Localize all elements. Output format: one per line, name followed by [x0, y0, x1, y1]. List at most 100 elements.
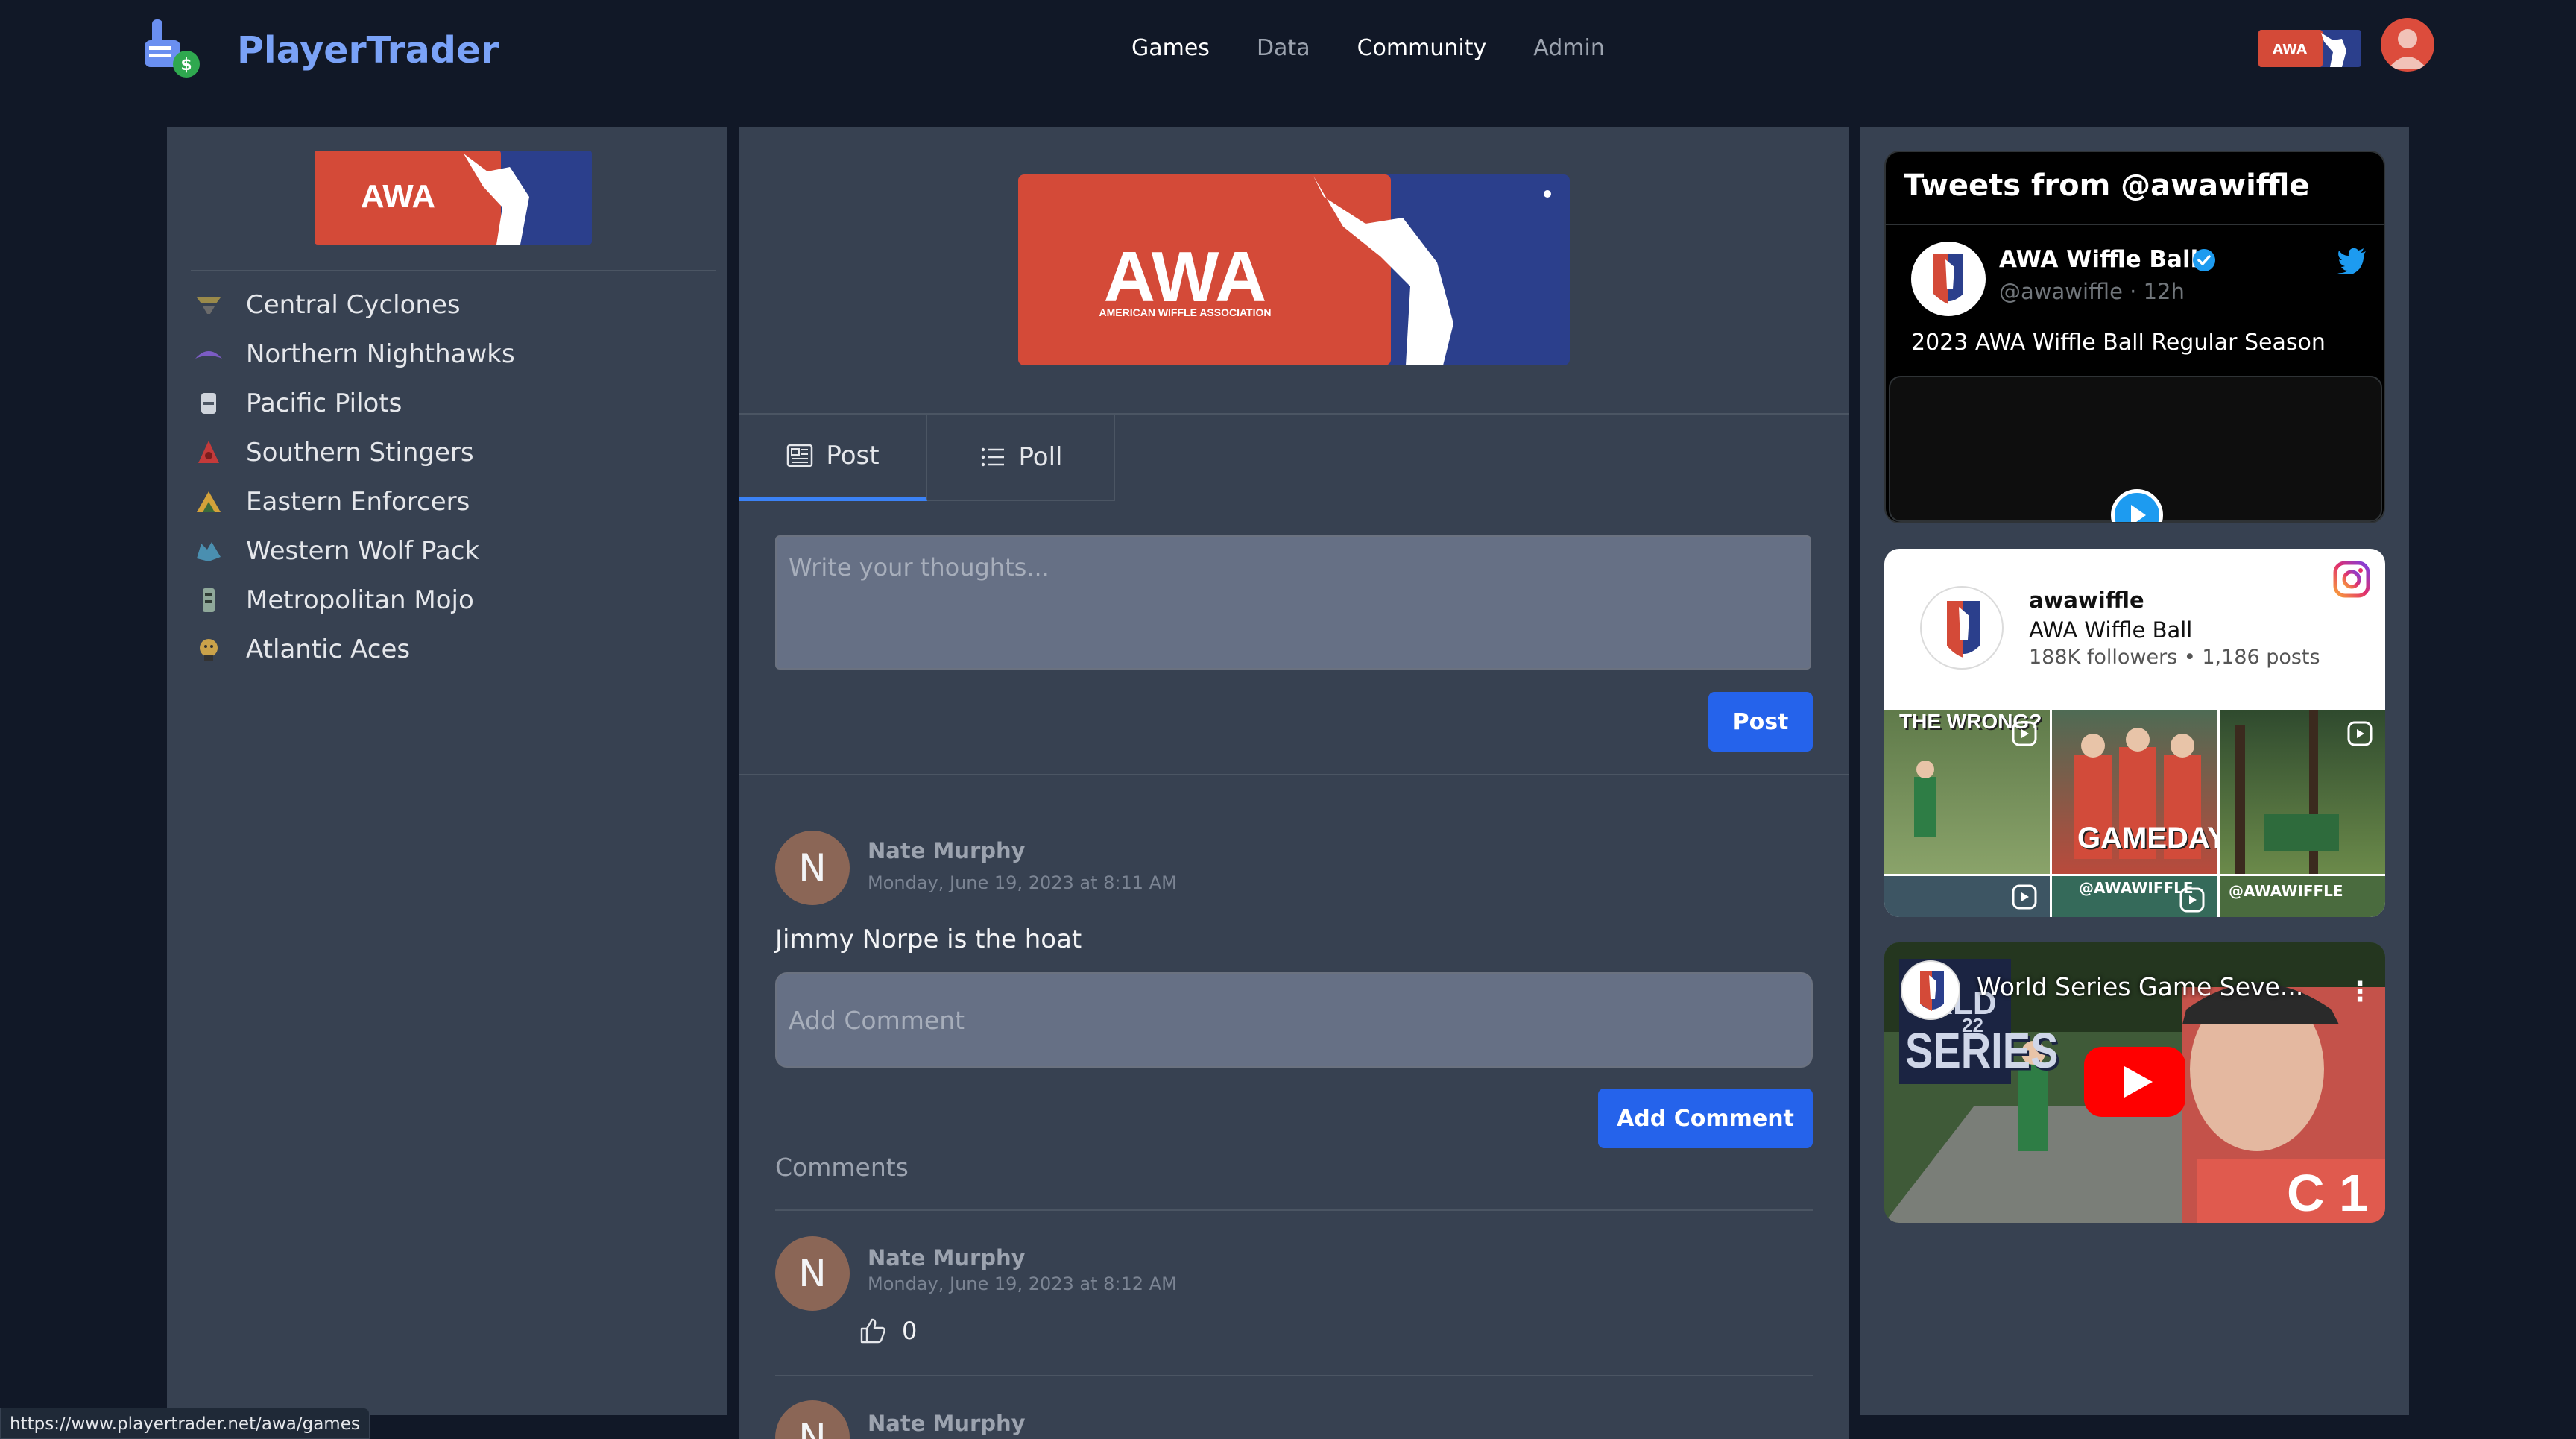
brand-name: PlayerTrader — [237, 28, 499, 72]
awa-shield-icon — [1933, 254, 1963, 304]
aces-team-icon — [200, 639, 218, 661]
user-avatar[interactable] — [2381, 18, 2434, 72]
top-navbar: $ PlayerTrader Games Data Community Admi… — [0, 0, 2576, 112]
youtube-video-title[interactable]: World Series Game Seve... — [1977, 972, 2303, 1001]
main-nav: Games Data Community Admin — [1131, 31, 1652, 66]
team-label: Eastern Enforcers — [246, 487, 470, 517]
team-label: Central Cyclones — [246, 290, 461, 320]
instagram-post[interactable]: GAMEDAY — [2052, 710, 2217, 874]
nighthawk-team-icon — [195, 351, 222, 359]
youtube-channel-avatar[interactable] — [1901, 960, 1960, 1020]
community-feed: AWA AMERICAN WIFFLE ASSOCIATION Post Pol… — [739, 127, 1849, 1439]
post-author-name[interactable]: Nate Murphy — [868, 838, 1026, 863]
user-silhouette-icon — [2388, 29, 2427, 69]
submit-post-button[interactable]: Post — [1708, 692, 1813, 752]
composer-tabs: Post Poll — [739, 415, 1115, 501]
banner-logo-subtext: AMERICAN WIFFLE ASSOCIATION — [1099, 306, 1272, 318]
team-label: Atlantic Aces — [246, 635, 411, 664]
sidebar-item-eastern-enforcers[interactable]: Eastern Enforcers — [194, 477, 515, 526]
instagram-embed[interactable]: awawiffle AWA Wiffle Ball 188K followers… — [1884, 549, 2385, 917]
reel-icon — [2012, 884, 2037, 910]
twitter-account-name[interactable]: AWA Wiffle Ball — [1999, 246, 2198, 273]
awa-banner-logo: AWA AMERICAN WIFFLE ASSOCIATION — [1018, 174, 1570, 365]
instagram-avatar[interactable] — [1920, 586, 2004, 670]
newspaper-icon — [787, 444, 813, 467]
twitter-avatar[interactable] — [1911, 242, 1986, 316]
sidebar-item-central-cyclones[interactable]: Central Cyclones — [194, 280, 515, 330]
instagram-logo-icon[interactable] — [2332, 559, 2372, 599]
pilot-team-icon — [201, 393, 216, 414]
instagram-post[interactable]: THE WRONG? — [1884, 710, 2050, 874]
svg-text:C 1: C 1 — [2287, 1164, 2368, 1222]
instagram-post-grid: THE WRONG? GAMEDAY @AWAWIFFLE @AWAWIFFLE — [1884, 710, 2385, 917]
more-options-icon[interactable]: ⋮ — [2346, 977, 2373, 1007]
tab-poll-label: Poll — [1018, 442, 1063, 472]
comment-divider — [775, 1375, 1813, 1376]
twitter-title[interactable]: Tweets from @awawiffle — [1904, 169, 2310, 203]
tweet-text: 2023 AWA Wiffle Ball Regular Season — [1911, 330, 2326, 356]
tab-post[interactable]: Post — [739, 415, 927, 501]
youtube-play-button-icon[interactable] — [2084, 1047, 2185, 1117]
team-label: Northern Nighthawks — [246, 339, 515, 369]
nav-community[interactable]: Community — [1357, 31, 1487, 66]
left-logo-text: AWA — [361, 178, 435, 215]
instagram-post[interactable] — [2220, 710, 2385, 874]
sidebar-item-metropolitan-mojo[interactable]: Metropolitan Mojo — [194, 576, 515, 625]
instagram-post[interactable]: @AWAWIFFLE — [2052, 876, 2217, 917]
instagram-post[interactable]: @AWAWIFFLE — [2220, 876, 2385, 917]
add-comment-input[interactable] — [775, 972, 1813, 1068]
post-author-avatar[interactable]: N — [775, 831, 850, 905]
awa-league-logo[interactable]: AWA — [315, 151, 592, 245]
cyclone-team-icon — [197, 297, 221, 314]
comment-author-avatar[interactable]: N — [775, 1400, 850, 1439]
instagram-stats: 188K followers • 1,186 posts — [2029, 646, 2320, 669]
tweet-video[interactable] — [1889, 376, 2382, 522]
instagram-username[interactable]: awawiffle — [2029, 588, 2144, 613]
post-composer-input[interactable] — [775, 535, 1811, 670]
sidebar-divider — [191, 270, 716, 271]
twitter-embed[interactable]: Tweets from @awawiffle AWA Wiffle Ball @… — [1884, 151, 2385, 523]
section-divider — [739, 774, 1849, 775]
verified-badge-icon — [2193, 249, 2215, 271]
list-icon — [981, 447, 1004, 467]
instagram-post[interactable] — [1884, 876, 2050, 917]
twitter-bird-icon[interactable] — [2337, 248, 2367, 274]
comment-author-avatar[interactable]: N — [775, 1236, 850, 1311]
comment-like-row: 0 — [859, 1317, 917, 1345]
instagram-tile-text: @AWAWIFFLE — [2229, 882, 2343, 900]
instagram-display-name: AWA Wiffle Ball — [2029, 617, 2193, 643]
post-body: Jimmy Norpe is the hoat — [775, 925, 1082, 954]
sidebar-item-northern-nighthawks[interactable]: Northern Nighthawks — [194, 330, 515, 379]
nav-games[interactable]: Games — [1131, 31, 1210, 66]
sidebar-item-southern-stingers[interactable]: Southern Stingers — [194, 428, 515, 477]
league-switcher-logo[interactable]: AWA — [2258, 30, 2361, 67]
sidebar-item-atlantic-aces[interactable]: Atlantic Aces — [194, 625, 515, 674]
tab-post-label: Post — [826, 441, 880, 470]
reel-icon — [2179, 887, 2205, 913]
comments-heading: Comments — [775, 1153, 909, 1182]
team-label: Southern Stingers — [246, 438, 474, 467]
brand-link[interactable]: $ PlayerTrader — [139, 16, 499, 84]
youtube-embed[interactable]: C 1 ORLD 22 SERIES World Series Game Sev… — [1884, 942, 2385, 1223]
team-label: Metropolitan Mojo — [246, 585, 474, 615]
comment-author-name[interactable]: Nate Murphy — [868, 1411, 1026, 1436]
team-label: Western Wolf Pack — [246, 536, 480, 566]
tab-poll[interactable]: Poll — [927, 415, 1115, 501]
instagram-tile-text: GAMEDAY — [2077, 822, 2217, 854]
thumbs-up-icon[interactable] — [859, 1317, 887, 1345]
add-comment-button[interactable]: Add Comment — [1598, 1089, 1813, 1148]
sidebar-item-western-wolf-pack[interactable]: Western Wolf Pack — [194, 526, 515, 576]
svg-text:$: $ — [180, 56, 192, 75]
wolf-team-icon — [197, 542, 221, 561]
comment-author-name[interactable]: Nate Murphy — [868, 1245, 1026, 1270]
instagram-tile-text: @AWAWIFFLE — [2079, 879, 2194, 897]
post-timestamp: Monday, June 19, 2023 at 8:11 AM — [868, 872, 1177, 893]
team-label: Pacific Pilots — [246, 388, 402, 418]
twitter-handle[interactable]: @awawiffle · 12h — [1999, 279, 2185, 304]
nav-data[interactable]: Data — [1257, 31, 1310, 66]
mojo-team-icon — [203, 588, 215, 612]
play-icon[interactable] — [2111, 489, 2163, 522]
sidebar-item-pacific-pilots[interactable]: Pacific Pilots — [194, 379, 515, 428]
youtube-thumb-text: SERIES — [1905, 1021, 2059, 1079]
nav-admin[interactable]: Admin — [1533, 31, 1605, 66]
